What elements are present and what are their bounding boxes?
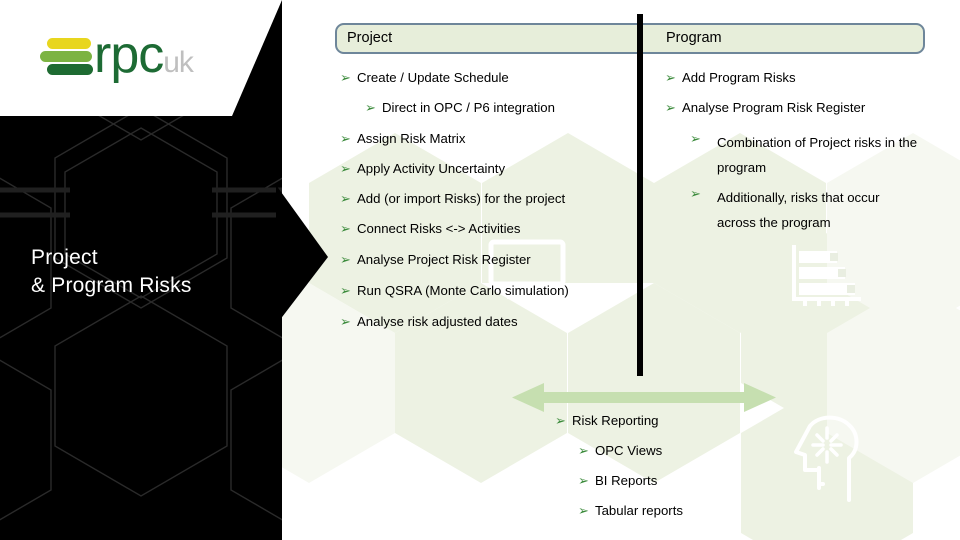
arrow-bullet-icon: ➢ [340,191,351,206]
bidirectional-arrow-icon [512,383,776,412]
arrow-bullet-icon: ➢ [578,473,589,488]
arrow-bullet-icon: ➢ [340,131,351,146]
list-item-label: Create / Update Schedule [357,70,509,85]
list-item: ➢ Analyse Program Risk Register [665,99,865,117]
list-item-label: Analyse Program Risk Register [682,100,866,115]
list-item-label: Direct in OPC / P6 integration [382,100,555,115]
list-item-label: BI Reports [595,473,658,488]
list-item: ➢ Assign Risk Matrix [340,130,465,148]
list-item-label: Add Program Risks [682,70,796,85]
logo-suffix-text: uk [163,46,194,79]
list-item-label: Connect Risks <-> Activities [357,221,521,236]
arrow-bullet-icon: ➢ [340,314,351,329]
list-item: ➢ Risk Reporting [555,412,659,430]
arrow-bullet-icon: ➢ [340,161,351,176]
logo-wordmark: rpcuk [94,24,194,94]
arrow-bullet-icon: ➢ [340,252,351,267]
arrow-bullet-icon: ➢ [665,100,676,115]
list-item-label: OPC Views [595,443,663,458]
slide-title-line-2: & Program Risks [31,274,192,297]
logo-bars-icon [38,36,96,82]
list-item: ➢ Create / Update Schedule [340,69,509,87]
program-column-header: Program [666,30,722,46]
head-idea-watermark-icon [794,415,859,502]
arrow-bullet-icon: ➢ [340,70,351,85]
list-item: ➢ OPC Views [578,442,662,460]
arrow-bullet-icon: ➢ [365,100,376,115]
arrow-bullet-icon: ➢ [690,131,701,146]
list-item-label: Add (or import Risks) for the project [357,191,566,206]
list-item: ➢ BI Reports [578,472,657,490]
list-item: ➢ Direct in OPC / P6 integration [365,99,555,117]
slide-title: Project & Program Risks [31,244,192,300]
list-item-label: Analyse risk adjusted dates [357,314,518,329]
list-item: ➢ Run QSRA (Monte Carlo simulation) [340,282,569,300]
list-item: ➢ Apply Activity Uncertainty [340,160,505,178]
arrow-bullet-icon: ➢ [665,70,676,85]
list-item-label: Combination of Project risks in the prog… [717,135,918,175]
list-item: ➢ Additionally, risks that occur across … [690,185,915,235]
arrow-bullet-icon: ➢ [578,443,589,458]
list-item-label: Run QSRA (Monte Carlo simulation) [357,283,569,298]
list-item-label: Apply Activity Uncertainty [357,161,506,176]
list-item: ➢ Add Program Risks [665,69,796,87]
list-item-label: Assign Risk Matrix [357,131,466,146]
list-item: ➢ Analyse Project Risk Register [340,251,531,269]
list-item-label: Analyse Project Risk Register [357,252,531,267]
project-column-header: Project [347,30,393,46]
slide-canvas: rpcuk Project & Program Risks Project Pr… [0,0,960,540]
bar-chart-watermark-icon [792,245,861,306]
arrow-bullet-icon: ➢ [340,221,351,236]
column-divider [637,14,643,376]
list-item-label: Tabular reports [595,503,683,518]
arrow-bullet-icon: ➢ [690,186,701,201]
list-item-label: Risk Reporting [572,413,659,428]
left-dark-panel: rpcuk Project & Program Risks [0,0,282,540]
black-arrow-shape [276,185,328,325]
arrow-bullet-icon: ➢ [555,413,566,428]
list-item-label: Additionally, risks that occur across th… [717,190,880,230]
slide-title-line-1: Project [31,246,98,269]
list-item: ➢ Add (or import Risks) for the project [340,190,565,208]
arrow-bullet-icon: ➢ [578,503,589,518]
list-item: ➢ Connect Risks <-> Activities [340,220,520,238]
arrow-bullet-icon: ➢ [340,283,351,298]
list-item: ➢ Analyse risk adjusted dates [340,313,518,331]
list-item: ➢ Tabular reports [578,502,683,520]
logo-brand-text: rpc [94,26,164,84]
columns-header-pill [335,23,925,54]
list-item: ➢ Combination of Project risks in the pr… [690,130,925,180]
rpc-uk-logo: rpcuk [38,26,228,90]
